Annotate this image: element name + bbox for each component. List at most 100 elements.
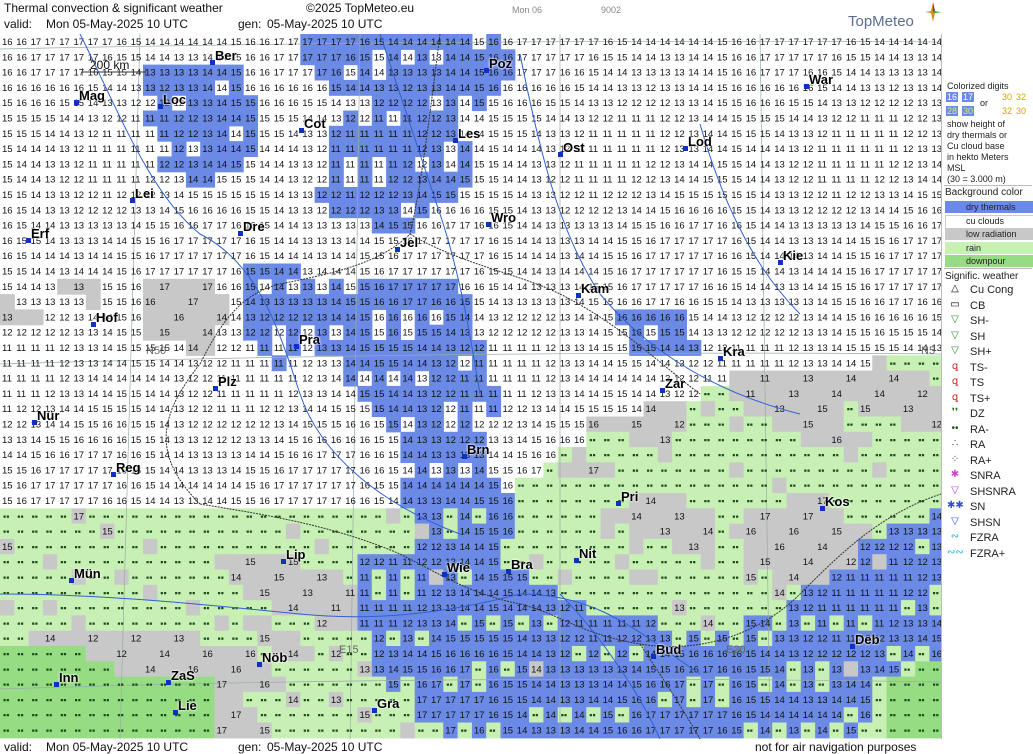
svg-text:▪▪: ▪▪ [303, 664, 309, 674]
city-label[interactable]: Poz [489, 56, 512, 71]
city-label[interactable]: Nöb [262, 650, 287, 665]
city-label[interactable]: Jel [400, 235, 418, 250]
svg-text:16: 16 [2, 83, 13, 94]
svg-text:16: 16 [102, 420, 113, 431]
svg-text:▪▪: ▪▪ [17, 603, 23, 613]
svg-text:16: 16 [360, 435, 371, 446]
svg-text:16: 16 [674, 221, 685, 232]
city-label[interactable]: Les [458, 126, 480, 141]
svg-text:15: 15 [631, 358, 642, 369]
svg-text:13: 13 [789, 129, 800, 140]
svg-text:12: 12 [374, 634, 385, 645]
city-label[interactable]: Kra [723, 344, 745, 359]
svg-text:▪▪: ▪▪ [532, 573, 538, 583]
svg-text:17: 17 [274, 481, 285, 492]
svg-text:15: 15 [74, 420, 85, 431]
svg-text:12: 12 [846, 205, 857, 216]
svg-text:▪▪: ▪▪ [260, 695, 266, 705]
svg-text:16: 16 [789, 83, 800, 94]
svg-text:11: 11 [474, 389, 484, 400]
city-label[interactable]: Lie [178, 698, 197, 713]
svg-text:11: 11 [360, 603, 370, 614]
svg-text:13: 13 [417, 511, 428, 522]
city-label[interactable]: Zar [665, 376, 685, 391]
svg-text:15: 15 [388, 358, 399, 369]
svg-text:13: 13 [889, 190, 900, 201]
city-label[interactable]: Pra [299, 332, 320, 347]
svg-text:11: 11 [646, 144, 656, 155]
city-label[interactable]: Hof [96, 310, 118, 325]
compass-star-icon [925, 2, 941, 22]
svg-text:16: 16 [503, 37, 514, 48]
city-label[interactable]: Erf [31, 226, 49, 241]
city-label[interactable]: Dre [243, 219, 265, 234]
city-label[interactable]: Cot [304, 116, 326, 131]
city-label[interactable]: Kam [581, 281, 609, 296]
city-label[interactable]: Deb [855, 632, 880, 647]
cb-icon: ▭ [950, 298, 960, 310]
svg-text:15: 15 [488, 542, 499, 553]
svg-text:12: 12 [116, 190, 127, 201]
city-label[interactable]: Nür [37, 408, 59, 423]
city-label[interactable]: Ost [563, 140, 585, 155]
svg-text:14: 14 [631, 404, 642, 415]
svg-text:11: 11 [488, 404, 498, 415]
svg-text:14: 14 [817, 726, 828, 737]
svg-text:▪▪: ▪▪ [160, 726, 166, 736]
city-label[interactable]: Wro [491, 210, 516, 225]
svg-text:15: 15 [917, 190, 928, 201]
svg-text:15: 15 [774, 114, 785, 125]
thermal-map[interactable]: 16 16 17 17 17 17 17 17 16 15 14 14 14 14 14 14 15 16 16 17… [0, 34, 941, 739]
city-label[interactable]: Inn [59, 670, 79, 685]
svg-text:14: 14 [16, 450, 27, 461]
svg-text:12: 12 [460, 343, 471, 354]
svg-text:11: 11 [503, 374, 513, 385]
svg-text:15: 15 [474, 190, 485, 201]
svg-text:▪▪: ▪▪ [318, 557, 324, 567]
svg-text:14: 14 [774, 664, 785, 675]
svg-text:17: 17 [917, 236, 928, 247]
city-label[interactable]: Gra [377, 696, 399, 711]
svg-text:16: 16 [717, 726, 728, 737]
svg-text:16: 16 [531, 83, 542, 94]
city-label[interactable]: Pri [621, 489, 638, 504]
svg-text:16: 16 [874, 297, 885, 308]
svg-text:14: 14 [417, 481, 428, 492]
city-label[interactable]: Lei [135, 186, 154, 201]
svg-text:13: 13 [560, 358, 571, 369]
svg-text:11: 11 [331, 603, 341, 614]
city-label[interactable]: Lip [286, 547, 306, 562]
svg-text:14: 14 [159, 435, 170, 446]
svg-text:13: 13 [431, 527, 442, 538]
svg-text:11: 11 [259, 374, 269, 385]
city-label[interactable]: Ber [215, 48, 237, 63]
city-label[interactable]: Wie [447, 560, 470, 575]
city-label[interactable]: War [809, 72, 833, 87]
svg-text:13: 13 [545, 144, 556, 155]
svg-text:▪▪: ▪▪ [875, 680, 881, 690]
city-label[interactable]: Lod [688, 134, 712, 149]
city-label[interactable]: Mag [79, 88, 105, 103]
city-label[interactable]: Plz [218, 374, 237, 389]
svg-text:15: 15 [731, 175, 742, 186]
city-label[interactable]: Bud [656, 642, 681, 657]
svg-text:14: 14 [31, 144, 42, 155]
city-label[interactable]: Kie [783, 248, 803, 263]
svg-text:14: 14 [588, 251, 599, 262]
city-label[interactable]: Brn [467, 442, 489, 457]
city-label[interactable]: Mün [74, 566, 101, 581]
svg-text:11: 11 [102, 190, 112, 201]
city-label[interactable]: Reg [116, 460, 141, 475]
city-label[interactable]: Kos [825, 494, 850, 509]
city-label[interactable]: Bra [511, 557, 533, 572]
svg-text:11: 11 [331, 159, 341, 170]
svg-text:17: 17 [831, 37, 842, 48]
svg-text:15: 15 [488, 114, 499, 125]
svg-text:▪▪: ▪▪ [318, 726, 324, 736]
city-label[interactable]: ZaS [171, 668, 195, 683]
svg-text:14: 14 [16, 159, 27, 170]
city-label[interactable]: Nit [579, 546, 596, 561]
svg-text:16: 16 [574, 68, 585, 79]
svg-text:14: 14 [88, 251, 99, 262]
city-label[interactable]: Loc [163, 92, 186, 107]
